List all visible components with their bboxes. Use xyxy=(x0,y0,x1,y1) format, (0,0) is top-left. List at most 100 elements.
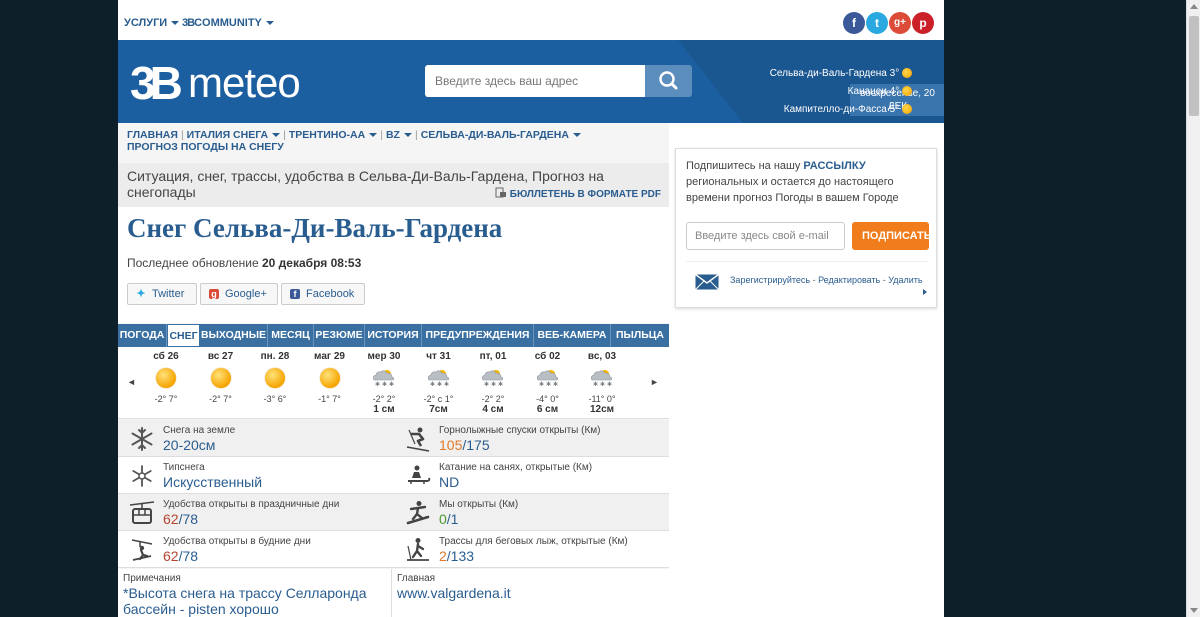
svg-text:✱: ✱ xyxy=(444,381,449,387)
sun-icon xyxy=(902,68,912,79)
main-site-label: Главная xyxy=(397,573,436,584)
breadcrumb-home[interactable]: ГЛАВНАЯ xyxy=(127,129,178,141)
forecast-day-label: мер 30 xyxy=(367,351,401,362)
newsletter-text-after: региональных и остается до настоящего вр… xyxy=(686,176,899,204)
tab-snow[interactable]: СНЕГ xyxy=(167,324,200,347)
forecast-day[interactable]: сб 26 -2° 7° xyxy=(139,347,193,419)
forecast-day[interactable]: маг 29 -1° 7° xyxy=(303,347,357,419)
title-area: Снег Сельва-Ди-Валь-Гардена Последнее об… xyxy=(118,207,669,323)
search-button[interactable] xyxy=(645,65,692,97)
email-field[interactable] xyxy=(686,222,845,250)
snow-forecast-strip: ◄ ► сб 26 -2° 7° вс 27 -2° 7° пн. 28 -3° 6° ма… xyxy=(118,347,669,419)
stat-label: Удобства открыты в будние дни xyxy=(163,536,311,547)
forecast-day[interactable]: чт 31 ✱ ✱ ✱ -2° с 1° 7см xyxy=(412,347,466,419)
next-arrow-icon[interactable]: ► xyxy=(650,377,659,387)
chevron-down-icon xyxy=(171,21,180,26)
main-site-link[interactable]: www.valgardena.it xyxy=(397,585,511,601)
stat-lifts-weekday: Удобства открыты в будние дни 62/78 xyxy=(118,531,393,568)
forecast-snow: 6 см xyxy=(536,404,559,415)
scroll-down-icon[interactable] xyxy=(1190,608,1198,613)
forecast-day-label: вс 27 xyxy=(207,351,234,362)
breadcrumb-separator: | xyxy=(283,129,286,141)
forecast-day[interactable]: мер 30 ✱ ✱ ✱ -2° 2° 1 см xyxy=(357,347,411,419)
tab-history[interactable]: ИСТОРИЯ xyxy=(365,324,422,347)
share-google-button[interactable]: g Google+ xyxy=(200,283,278,305)
delete-link[interactable]: Удалить xyxy=(888,275,922,285)
tab-weather[interactable]: ПОГОДА xyxy=(118,324,167,347)
notes-sep: - xyxy=(175,601,189,617)
prev-arrow-icon[interactable]: ◄ xyxy=(127,377,136,387)
share-label: Facebook xyxy=(306,288,355,300)
stat-total: /1 xyxy=(446,511,459,527)
community-menu[interactable]: 3BCOMMUNITY xyxy=(182,17,274,29)
svg-text:✱: ✱ xyxy=(546,381,551,387)
header-city-3[interactable]: Кампителло-ди-Фасса 5° xyxy=(784,104,912,115)
scroll-up-icon[interactable] xyxy=(1190,4,1198,9)
share-twitter-button[interactable]: ✦ Twitter xyxy=(127,283,197,305)
snow-type-icon xyxy=(132,465,152,487)
logo-word: meteo xyxy=(188,59,301,106)
tab-pollen[interactable]: ПЫЛЬЦА xyxy=(611,324,669,347)
tab-month[interactable]: МЕСЯЦ xyxy=(268,324,314,347)
chevron-down-icon xyxy=(272,133,281,138)
sled-icon xyxy=(408,465,431,484)
forecast-day[interactable]: вс, 03 ✱ ✱ ✱ -11° 0° 12см xyxy=(575,347,629,419)
forecast-day-label: маг 29 xyxy=(314,351,345,362)
facebook-icon[interactable]: f xyxy=(843,12,865,34)
tab-summary[interactable]: РЕЗЮМЕ xyxy=(314,324,365,347)
tab-weekend[interactable]: ВЫХОДНЫЕ xyxy=(200,324,268,347)
breadcrumb-current[interactable]: ПРОГНОЗ ПОГОДЫ НА СНЕГУ xyxy=(127,141,284,153)
breadcrumb-bz[interactable]: BZ xyxy=(386,129,412,141)
forecast-day-label: пт, 01 xyxy=(479,351,507,362)
subscribe-button[interactable]: ПОДПИСАТЬСЯ xyxy=(852,222,929,250)
site-header: 3B meteo воскресенье, 20 ДЕК Сельва-ди-В… xyxy=(118,40,944,123)
stat-value: 2/133 xyxy=(439,548,474,564)
breadcrumb-italy-snow[interactable]: ИТАЛИЯ СНЕГА xyxy=(187,129,281,141)
services-menu[interactable]: УСЛУГИ xyxy=(124,17,180,29)
forecast-temp: -1° 7° xyxy=(318,394,341,404)
snowflake-icon xyxy=(131,427,153,451)
cross-country-ski-icon xyxy=(407,538,429,561)
stat-lifts-holiday: Удобства открыты в праздничные дни 62/78 xyxy=(118,494,393,531)
stat-value: 62/78 xyxy=(163,511,198,527)
stats-row-2: Типснега Искусственный Катание на санях,… xyxy=(118,457,669,494)
forecast-temp: -3° 6° xyxy=(263,394,287,404)
address-search-input[interactable] xyxy=(425,65,645,97)
breadcrumb-selva[interactable]: СЕЛЬВА-ДИ-ВАЛЬ-ГАРДЕНА xyxy=(421,129,581,141)
stat-open: 0 xyxy=(439,511,447,527)
stat-label: Снега на земле xyxy=(163,425,236,436)
google-plus-icon[interactable]: g+ xyxy=(889,12,911,34)
search-icon xyxy=(659,71,678,90)
stat-value: 62/78 xyxy=(163,548,198,564)
tab-warnings[interactable]: ПРЕДУПРЕЖДЕНИЯ xyxy=(422,324,534,347)
svg-text:✱: ✱ xyxy=(593,381,598,387)
breadcrumb-trentino[interactable]: ТРЕНТИНО-АА xyxy=(289,129,378,141)
header-city-1[interactable]: Сельва-ди-Валь-Гардена 3° xyxy=(770,68,912,79)
pinterest-icon[interactable]: p xyxy=(912,12,934,34)
svg-text:✱: ✱ xyxy=(484,381,489,387)
pdf-bulletin-link[interactable]: БЮЛЛЕТЕНЬ В ФОРМАТЕ PDF xyxy=(495,187,661,200)
forecast-day[interactable]: вс 27 -2° 7° xyxy=(194,347,248,419)
page-scrollbar[interactable] xyxy=(1186,0,1200,617)
svg-text:✱: ✱ xyxy=(389,381,394,387)
last-update: Последнее обновление 20 декабря 08:53 xyxy=(127,256,361,270)
stat-sled-open: Катание на санях, открытые (Км) ND xyxy=(394,457,669,494)
edit-link[interactable]: Редактировать xyxy=(818,275,880,285)
city-name: Сельва-ди-Валь-Гардена xyxy=(769,68,887,79)
snow-cloud-icon: ✱ ✱ ✱ xyxy=(373,370,395,387)
forecast-day[interactable]: пн. 28 -3° 6° xyxy=(248,347,302,419)
notes-link[interactable]: pisten хорошо xyxy=(188,601,278,617)
ski-lift-icon xyxy=(131,539,153,561)
divider xyxy=(686,261,928,262)
chevron-right-icon[interactable] xyxy=(923,289,927,295)
share-facebook-button[interactable]: f Facebook xyxy=(281,283,365,305)
forecast-day[interactable]: сб 02 ✱ ✱ ✱ -4° 0° 6 см xyxy=(521,347,575,419)
header-city-2[interactable]: Канацеи 4° xyxy=(848,86,912,97)
tab-webcam[interactable]: ВЕБ-КАМЕРА xyxy=(534,324,611,347)
twitter-icon[interactable]: t xyxy=(866,12,888,34)
register-link[interactable]: Зарегистрируйтесь xyxy=(730,275,810,285)
forecast-day-label: чт 31 xyxy=(426,351,451,362)
last-update-label: Последнее обновление xyxy=(127,256,259,270)
forecast-day[interactable]: пт, 01 ✱ ✱ ✱ -2° 2° 4 см xyxy=(466,347,520,419)
scroll-thumb[interactable] xyxy=(1189,16,1199,116)
